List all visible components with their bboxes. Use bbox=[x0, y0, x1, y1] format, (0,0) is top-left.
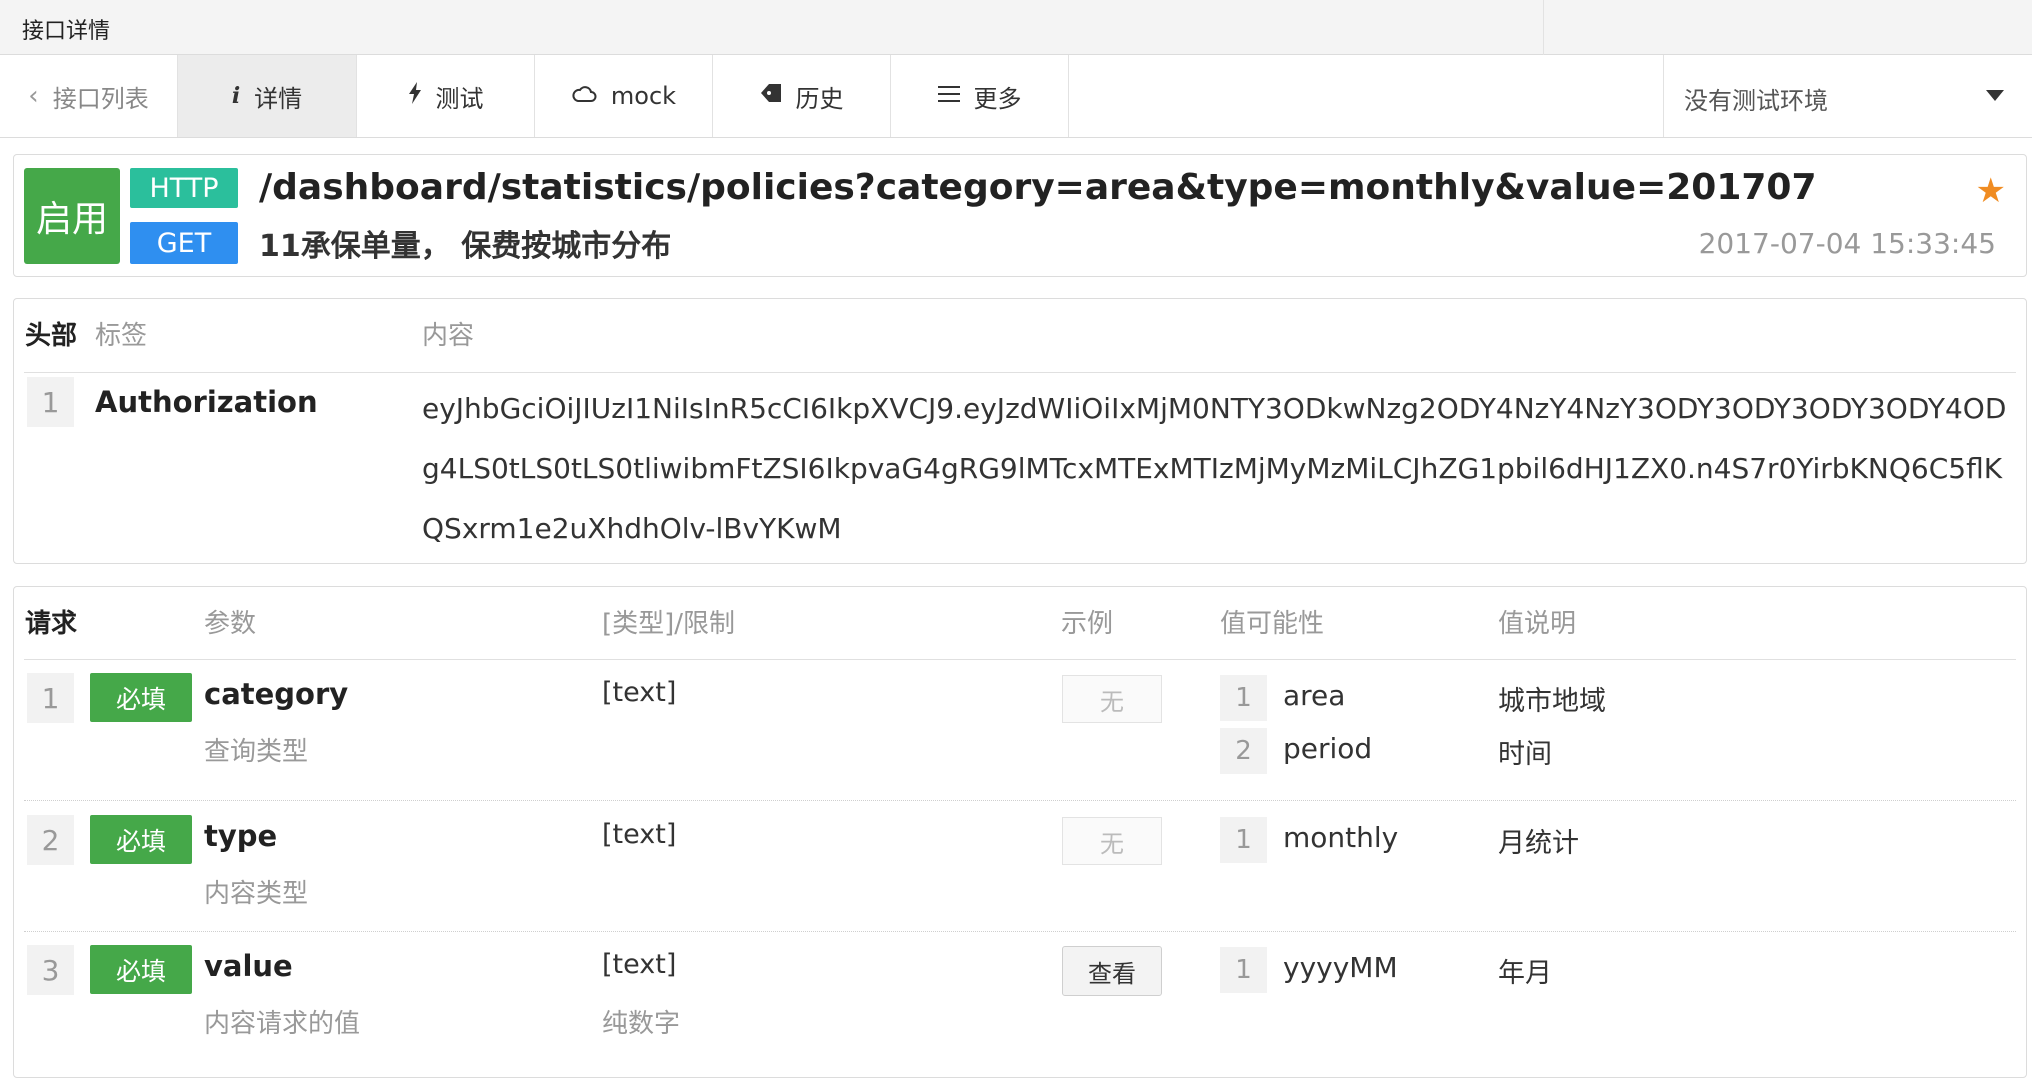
example-empty-box: 无 bbox=[1062, 817, 1162, 865]
value-option-desc: 城市地域 bbox=[1498, 686, 1606, 717]
request-col-param: 参数 bbox=[204, 609, 257, 639]
environment-select-value: 没有测试环境 bbox=[1684, 87, 1828, 115]
request-header-divider bbox=[24, 659, 2016, 660]
headers-col-content: 内容 bbox=[422, 321, 475, 351]
environment-select[interactable]: 没有测试环境 bbox=[1663, 55, 2032, 137]
info-icon: i bbox=[231, 83, 241, 109]
value-option-number: 1 bbox=[1220, 817, 1267, 863]
menu-lines-icon bbox=[937, 84, 960, 109]
value-option: period bbox=[1283, 732, 1373, 765]
window-titlebar: 接口详情 bbox=[0, 0, 2032, 55]
header-value: eyJhbGciOiJIUzI1NiIsInR5cCI6IkpXVCJ9.eyJ… bbox=[422, 392, 2007, 545]
api-summary-panel: 启用 HTTP GET /dashboard/statistics/polici… bbox=[13, 154, 2027, 277]
tab-more-label: 更多 bbox=[973, 84, 1022, 113]
value-option-desc: 年月 bbox=[1498, 958, 1552, 989]
value-option: monthly bbox=[1283, 821, 1399, 854]
param-row-number: 3 bbox=[27, 945, 74, 995]
request-col-example: 示例 bbox=[1061, 609, 1114, 639]
tag-icon bbox=[760, 83, 782, 109]
value-option: yyyyMM bbox=[1283, 951, 1398, 984]
param-name: type bbox=[204, 819, 278, 853]
tab-history-label: 历史 bbox=[795, 84, 844, 113]
updated-timestamp: 2017-07-04 15:33:45 bbox=[1698, 227, 1996, 260]
row-divider bbox=[24, 931, 2016, 932]
cloud-icon bbox=[571, 84, 597, 109]
api-path: /dashboard/statistics/policies?category=… bbox=[259, 167, 1817, 208]
param-row-number: 2 bbox=[27, 815, 74, 865]
lightning-icon bbox=[408, 82, 422, 110]
param-type: [text] bbox=[602, 677, 677, 708]
value-option-number: 1 bbox=[1220, 947, 1267, 993]
tab-history[interactable]: 历史 bbox=[713, 55, 891, 137]
tab-bar: ‹ 接口列表 i 详情 测试 mock 历史 更多 没有测试环境 bbox=[0, 55, 2032, 138]
request-col-value-desc: 值说明 bbox=[1498, 609, 1577, 639]
param-desc: 内容类型 bbox=[204, 879, 309, 909]
header-row-number: 1 bbox=[27, 377, 74, 427]
caret-down-icon bbox=[1986, 90, 2004, 101]
request-col-values: 值可能性 bbox=[1220, 609, 1325, 639]
back-label: 接口列表 bbox=[52, 84, 149, 113]
api-description: 11承保单量， 保费按城市分布 bbox=[259, 229, 672, 264]
tab-detail[interactable]: i 详情 bbox=[178, 55, 357, 137]
tab-mock-label: mock bbox=[610, 82, 677, 110]
headers-section-title: 头部 bbox=[25, 321, 78, 351]
example-empty-box: 无 bbox=[1062, 675, 1162, 723]
param-desc: 内容请求的值 bbox=[204, 1009, 361, 1039]
titlebar-divider bbox=[1543, 0, 1544, 55]
value-option-desc: 月统计 bbox=[1498, 828, 1579, 859]
param-name: category bbox=[204, 677, 349, 711]
param-name: value bbox=[204, 949, 293, 983]
value-option-number: 1 bbox=[1220, 675, 1267, 721]
value-option-number: 2 bbox=[1220, 728, 1267, 774]
status-toggle-button[interactable]: 启用 bbox=[24, 168, 120, 264]
headers-col-tag: 标签 bbox=[95, 321, 148, 351]
param-type: [text] bbox=[602, 819, 677, 850]
back-to-list-button[interactable]: ‹ 接口列表 bbox=[0, 55, 178, 137]
window-title: 接口详情 bbox=[22, 19, 111, 44]
method-badge: GET bbox=[130, 222, 238, 264]
protocol-badge: HTTP bbox=[130, 168, 238, 208]
tab-more[interactable]: 更多 bbox=[891, 55, 1069, 137]
value-option: area bbox=[1283, 679, 1346, 712]
view-example-button[interactable]: 查看 bbox=[1062, 946, 1162, 996]
tab-test-label: 测试 bbox=[435, 84, 484, 113]
star-icon[interactable]: ★ bbox=[1976, 171, 2006, 211]
value-option-desc: 时间 bbox=[1498, 739, 1552, 770]
headers-panel: 头部 标签 内容 1 Authorization eyJhbGciOiJIUzI… bbox=[13, 298, 2027, 564]
required-badge: 必填 bbox=[90, 815, 192, 864]
header-name: Authorization bbox=[95, 385, 318, 419]
param-row-number: 1 bbox=[27, 673, 74, 723]
headers-divider bbox=[24, 372, 2016, 373]
param-type: [text] bbox=[602, 949, 677, 980]
param-limit: 纯数字 bbox=[602, 1009, 681, 1039]
tab-detail-label: 详情 bbox=[254, 84, 303, 113]
param-desc: 查询类型 bbox=[204, 737, 309, 767]
request-col-type: [类型]/限制 bbox=[602, 609, 736, 639]
tab-test[interactable]: 测试 bbox=[357, 55, 535, 137]
tab-mock[interactable]: mock bbox=[535, 55, 713, 137]
request-panel: 请求 参数 [类型]/限制 示例 值可能性 值说明 1 必填 category … bbox=[13, 586, 2027, 1078]
row-divider bbox=[24, 800, 2016, 801]
chevron-left-icon: ‹ bbox=[28, 81, 39, 111]
request-section-title: 请求 bbox=[25, 609, 78, 639]
required-badge: 必填 bbox=[90, 673, 192, 722]
required-badge: 必填 bbox=[90, 945, 192, 994]
